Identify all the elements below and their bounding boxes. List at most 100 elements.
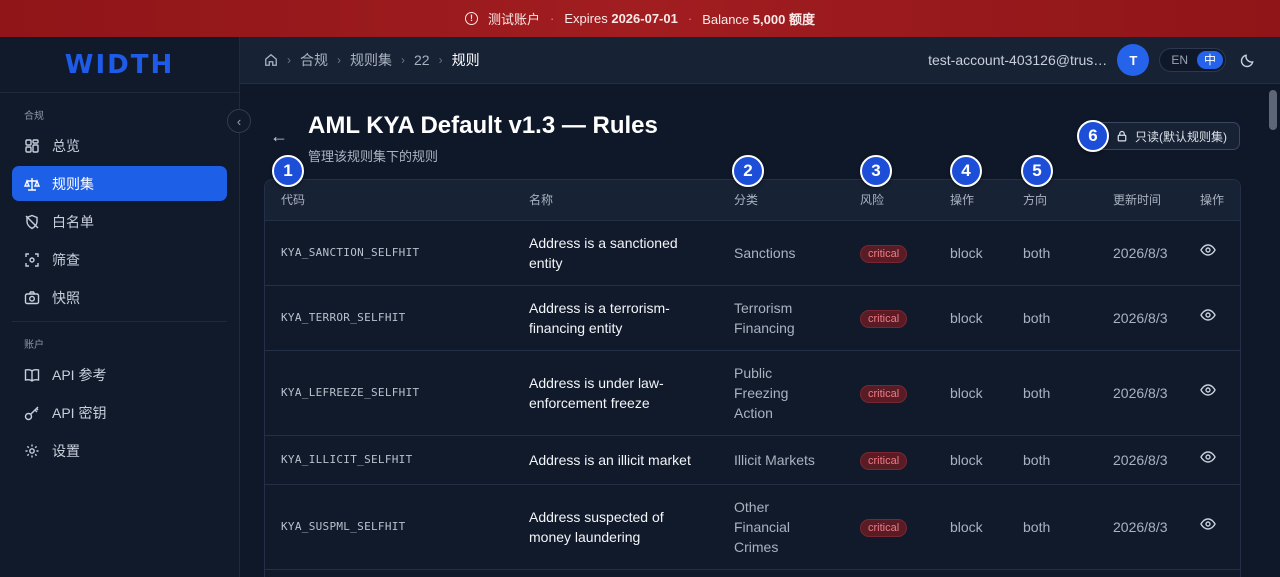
rule-operations <box>1184 219 1240 285</box>
rule-action: block <box>934 434 1007 484</box>
sidebar-item-label: 规则集 <box>52 175 94 192</box>
rule-name: Address is a terrorism-financing entity <box>513 284 718 350</box>
rule-category: Sanctions <box>718 219 844 285</box>
marker-6: 6 <box>1077 120 1109 152</box>
account-banner: ! 测试账户 · Expires 2026-07-01 · Balance 5,… <box>0 0 1280 37</box>
rule-action: block <box>934 284 1007 350</box>
avatar[interactable]: T <box>1117 44 1150 76</box>
theme-toggle-button[interactable] <box>1236 49 1258 71</box>
eye-icon[interactable] <box>1200 382 1216 398</box>
rules-table: 代码 名称 分类 风险 操作 方向 更新时间 操作 KYA_SANCTION_S… <box>264 179 1241 577</box>
scrollbar-thumb[interactable] <box>1269 90 1277 130</box>
table-row[interactable]: KYA_SANCTION_SELFHIT Address is a sancti… <box>265 219 1240 285</box>
table-row[interactable] <box>265 568 1240 577</box>
sidebar-item-api-keys[interactable]: API 密钥 <box>12 395 227 430</box>
rule-risk-cell: critical <box>844 284 934 350</box>
breadcrumb: › 合规 › 规则集 › 22 › 规则 <box>264 50 480 70</box>
risk-badge: critical <box>860 452 908 470</box>
back-arrow-icon[interactable]: ← <box>270 126 288 147</box>
rule-category: Other Financial Crimes <box>718 483 844 569</box>
banner-expires: Expires 2026-07-01 <box>564 11 678 26</box>
risk-badge: critical <box>860 385 908 403</box>
language-toggle[interactable]: EN 中 <box>1159 48 1226 72</box>
rule-name: Address is an illicit market <box>513 434 718 484</box>
table-row[interactable]: KYA_SUSPML_SELFHIT Address suspected of … <box>265 483 1240 569</box>
rule-name: Address is a sanctioned entity <box>513 219 718 285</box>
lang-en-option[interactable]: EN <box>1162 51 1197 69</box>
logo[interactable]: WIDTH <box>0 37 239 93</box>
account-email[interactable]: test-account-403126@trus… <box>928 52 1107 68</box>
eye-icon[interactable] <box>1200 307 1216 323</box>
readonly-button[interactable]: 只读(默认规则集) <box>1089 122 1240 150</box>
rule-code: KYA_ILLICIT_SELFHIT <box>265 434 513 484</box>
rule-category: Terrorism Financing <box>718 284 844 350</box>
rule-operations <box>1184 284 1240 350</box>
rule-direction: both <box>1007 284 1097 350</box>
sidebar-item-label: API 参考 <box>52 366 107 383</box>
column-header-category[interactable]: 分类 <box>718 180 844 220</box>
sidebar-item-overview[interactable]: 总览 <box>12 128 227 163</box>
scan-icon <box>25 252 39 267</box>
column-header-code[interactable]: 代码 <box>265 180 513 220</box>
rule-updated: 2026/8/3 <box>1097 284 1184 350</box>
rule-risk-cell: critical <box>844 349 934 435</box>
rule-updated: 2026/8/3 <box>1097 483 1184 569</box>
sidebar-item-label: 筛查 <box>52 251 80 268</box>
sidebar-item-api-reference[interactable]: API 参考 <box>12 357 227 392</box>
rule-updated: 2026/8/3 <box>1097 434 1184 484</box>
risk-badge: critical <box>860 310 908 328</box>
rule-risk-cell: critical <box>844 483 934 569</box>
marker-3: 3 <box>860 155 892 187</box>
eye-icon[interactable] <box>1200 516 1216 532</box>
breadcrumb-ruleset-id[interactable]: 22 <box>414 52 430 68</box>
rule-name: Address is under law-enforcement freeze <box>513 349 718 435</box>
sidebar-item-label: 白名单 <box>52 213 94 230</box>
risk-badge: critical <box>860 245 908 263</box>
chevron-right-icon: › <box>287 53 291 67</box>
rule-direction: both <box>1007 434 1097 484</box>
sidebar-item-screening[interactable]: 筛查 <box>12 242 227 277</box>
sidebar-collapse-button[interactable]: ‹ <box>227 109 251 133</box>
sidebar-item-label: API 密钥 <box>52 404 107 421</box>
sidebar-item-snapshot[interactable]: 快照 <box>12 280 227 315</box>
column-header-operations: 操作 <box>1184 180 1240 220</box>
rule-name: Address suspected of money laundering <box>513 483 718 569</box>
rule-operations <box>1184 483 1240 569</box>
sidebar-item-whitelist[interactable]: 白名单 <box>12 204 227 239</box>
banner-account: 测试账户 <box>488 12 541 27</box>
sidebar: WIDTH 合规 总览 规则集 白名单 筛查 快照 账户 API 参考 API … <box>0 37 240 577</box>
rule-code: KYA_LEFREEZE_SELFHIT <box>265 349 513 435</box>
sidebar-item-settings[interactable]: 设置 <box>12 433 227 468</box>
banner-separator: · <box>687 11 693 26</box>
rule-risk-cell: critical <box>844 219 934 285</box>
sidebar-item-rulesets[interactable]: 规则集 <box>12 166 227 201</box>
marker-1: 1 <box>272 155 304 187</box>
table-row[interactable]: KYA_ILLICIT_SELFHIT Address is an illici… <box>265 434 1240 484</box>
column-header-direction[interactable]: 方向 <box>1007 180 1097 220</box>
rule-updated: 2026/8/3 <box>1097 349 1184 435</box>
column-header-name[interactable]: 名称 <box>513 180 718 220</box>
rule-code: KYA_SANCTION_SELFHIT <box>265 219 513 285</box>
marker-5: 5 <box>1021 155 1053 187</box>
column-header-risk[interactable]: 风险 <box>844 180 934 220</box>
lang-zh-option[interactable]: 中 <box>1196 51 1223 69</box>
rule-category: Illicit Markets <box>718 434 844 484</box>
risk-badge: critical <box>860 519 908 537</box>
nav-section-compliance: 合规 <box>24 111 44 122</box>
rule-operations <box>1184 349 1240 435</box>
home-icon[interactable] <box>264 53 278 67</box>
rule-updated: 2026/8/3 <box>1097 219 1184 285</box>
breadcrumb-compliance[interactable]: 合规 <box>300 50 328 70</box>
eye-icon[interactable] <box>1200 449 1216 465</box>
page-scrollbar[interactable] <box>1266 84 1280 577</box>
eye-icon[interactable] <box>1200 242 1216 258</box>
table-row[interactable]: KYA_LEFREEZE_SELFHIT Address is under la… <box>265 349 1240 435</box>
page-subtitle: 管理该规则集下的规则 <box>308 149 439 164</box>
table-row[interactable]: KYA_TERROR_SELFHIT Address is a terroris… <box>265 284 1240 350</box>
column-header-updated[interactable]: 更新时间 <box>1097 180 1184 220</box>
rule-category: Public Freezing Action <box>718 349 844 435</box>
lock-icon <box>1117 130 1127 142</box>
top-header: › 合规 › 规则集 › 22 › 规则 test-account-403126… <box>240 37 1280 84</box>
sidebar-item-label: 设置 <box>52 442 80 459</box>
breadcrumb-rulesets[interactable]: 规则集 <box>350 50 392 70</box>
